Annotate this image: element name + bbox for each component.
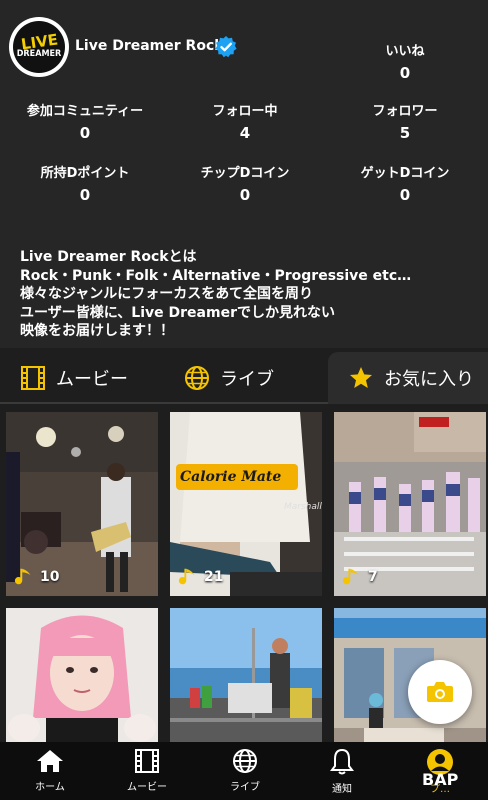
stat-likes[interactable]: いいね 0 <box>325 40 485 82</box>
music-note-icon <box>14 568 31 585</box>
video-like-count-text: 7 <box>368 569 378 585</box>
stat-likes-value: 0 <box>399 64 411 82</box>
stat-communities-label: 参加コミュニティー <box>26 104 144 119</box>
stat-tip-coins[interactable]: チップDコイン 0 <box>165 162 325 204</box>
film-icon <box>21 366 45 390</box>
amp-logo-text: Marshall <box>284 502 322 512</box>
nav-live[interactable]: ライブ <box>205 748 285 793</box>
channel-name: Live Dreamer Rock <box>75 38 224 54</box>
video-tile[interactable]: 10 <box>6 412 158 596</box>
stat-points-value: 0 <box>79 186 91 204</box>
logo-text-live: LIVE <box>19 30 59 53</box>
stat-get-coins[interactable]: ゲットDコイン 0 <box>325 162 485 204</box>
description-line: 映像をお届けします！！ <box>20 323 174 339</box>
stat-following-label: フォロー中 <box>212 104 278 119</box>
stat-following-value: 4 <box>239 124 251 142</box>
stat-communities[interactable]: 参加コミュニティー 0 <box>5 100 165 142</box>
tab-live-label: ライブ <box>220 369 274 390</box>
tab-movies-label: ムービー <box>56 369 128 390</box>
star-icon <box>350 367 372 388</box>
music-note-icon <box>178 568 195 585</box>
stat-followers-label: フォロワー <box>372 104 438 119</box>
stat-followers-value: 5 <box>399 124 411 142</box>
stat-followers[interactable]: フォロワー 5 <box>325 100 485 142</box>
globe-icon <box>185 366 209 390</box>
stat-get-coins-value: 0 <box>399 186 411 204</box>
nav-movies[interactable]: ムービー <box>107 748 187 793</box>
video-tile[interactable]: 7 <box>334 412 486 596</box>
description-line: ユーザー皆様に、Live Dreamerでしか見れない <box>20 304 335 321</box>
video-tile[interactable]: Calorie Mate Marshall 21 <box>170 412 322 596</box>
stat-following[interactable]: フォロー中 4 <box>165 100 325 142</box>
channel-description: Live Dreamer Rockとは Rock・Punk・Folk・Alter… <box>20 248 480 341</box>
nav-movies-label: ムービー <box>127 782 167 793</box>
tab-favorites-label: お気に入り <box>384 369 474 390</box>
video-tile[interactable] <box>170 608 322 742</box>
tab-movies[interactable]: ムービー <box>20 352 170 404</box>
nav-home[interactable]: ホーム <box>10 748 90 793</box>
tab-favorites[interactable]: お気に入り <box>328 352 488 404</box>
channel-logo[interactable]: LIVE DREAMER <box>9 17 69 77</box>
video-like-count-text: 21 <box>204 569 224 585</box>
stat-likes-label: いいね <box>385 44 425 59</box>
profile-header: LIVE DREAMER Live Dreamer Rock いいね 0 参加コ… <box>0 0 488 348</box>
nav-notifications[interactable]: 通知 <box>302 748 382 795</box>
video-like-count: 21 <box>178 566 223 588</box>
bell-icon <box>330 748 354 775</box>
bottom-navigation: ホーム ムービー ライブ 通知 プ… <box>0 742 488 800</box>
stat-tip-coins-value: 0 <box>239 186 251 204</box>
stat-get-coins-label: ゲットDコイン <box>360 166 450 181</box>
home-icon <box>37 750 63 772</box>
description-line: Rock・Punk・Folk・Alternative・Progressive e… <box>20 267 412 284</box>
video-thumbnail <box>6 608 158 742</box>
verified-badge-icon <box>215 36 237 58</box>
globe-icon <box>233 749 257 773</box>
watermark-text: BAP <box>422 770 459 789</box>
stat-points[interactable]: 所持Dポイント 0 <box>5 162 165 204</box>
music-note-icon <box>342 568 359 585</box>
stat-points-label: 所持Dポイント <box>40 166 130 181</box>
camera-button[interactable] <box>408 660 472 724</box>
video-thumbnail <box>170 608 322 742</box>
shirt-logo-text: Calorie Mate <box>180 469 282 485</box>
camera-icon <box>427 682 453 702</box>
nav-home-label: ホーム <box>35 782 65 793</box>
logo-mark: LIVE DREAMER <box>13 21 65 73</box>
description-line: 様々なジャンルにフォーカスをあて全国を周り <box>20 286 314 302</box>
film-icon <box>135 749 159 773</box>
content-tabs: ムービー ライブ お気に入り <box>0 352 488 404</box>
tab-live[interactable]: ライブ <box>184 352 324 404</box>
video-like-count: 10 <box>14 566 59 588</box>
video-like-count: 7 <box>342 566 378 588</box>
video-like-count-text: 10 <box>40 569 60 585</box>
stat-tip-coins-label: チップDコイン <box>200 166 290 181</box>
nav-live-label: ライブ <box>230 782 260 793</box>
video-tile[interactable] <box>6 608 158 742</box>
stat-communities-value: 0 <box>79 124 91 142</box>
description-line: Live Dreamer Rockとは <box>20 249 197 265</box>
nav-notifications-label: 通知 <box>332 784 352 795</box>
